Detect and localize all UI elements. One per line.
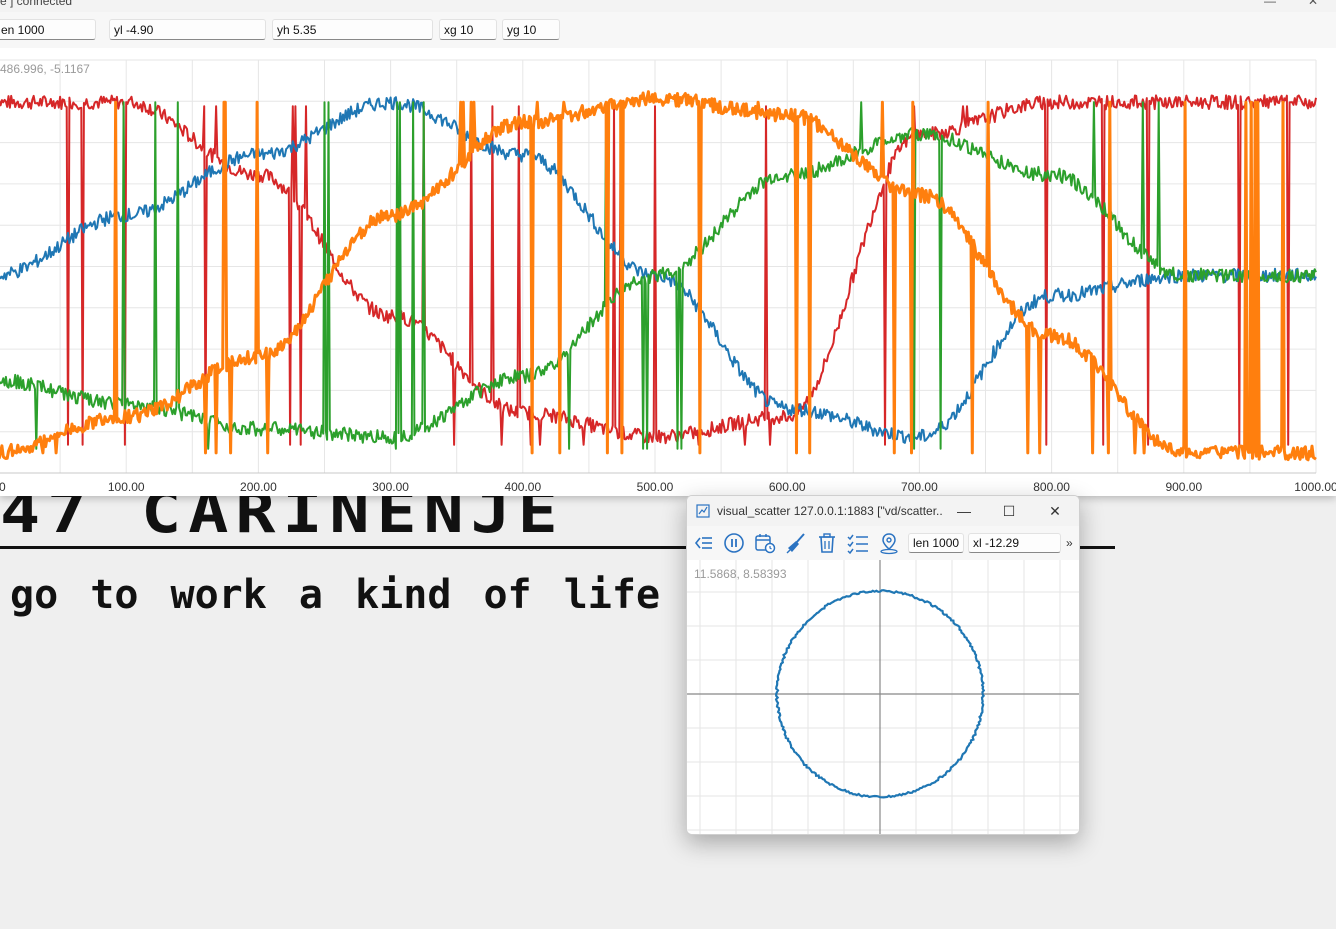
scatter-app-icon <box>696 504 710 518</box>
location-pin-icon[interactable] <box>877 531 901 555</box>
yh-field[interactable]: yh 5.35 <box>272 19 433 40</box>
x-tick-label: 500.00 <box>637 480 674 494</box>
main-toolbar: en 1000 yl -4.90 yh 5.35 xg 10 yg 10 <box>0 12 1336 49</box>
x-tick-label: 900.00 <box>1165 480 1202 494</box>
main-coord-readout: 486.996, -5.1167 <box>0 62 90 76</box>
line-plot-area[interactable]: 0.00 100.00 200.00 300.00 400.00 500.00 600.00… <box>0 48 1336 496</box>
minimize-icon[interactable]: — <box>944 500 984 522</box>
close-icon[interactable]: ✕ <box>1035 500 1075 522</box>
scatter-coord-readout: 11.5868, 8.58393 <box>694 567 787 581</box>
pause-icon[interactable] <box>722 531 746 555</box>
maximize-icon[interactable]: ☐ <box>989 500 1029 522</box>
x-tick-label: 200.00 <box>240 480 277 494</box>
main-window-title: e ] connected <box>0 0 73 8</box>
scatter-window-title: visual_scatter 127.0.0.1:1883 ["vd/scatt… <box>717 504 942 518</box>
scatter-xl-field[interactable]: xl -12.29 <box>968 533 1061 553</box>
line-chart[interactable]: 0.00 100.00 200.00 300.00 400.00 500.00 600.00… <box>0 48 1336 496</box>
scatter-title-bar[interactable]: visual_scatter 127.0.0.1:1883 ["vd/scatt… <box>687 496 1079 526</box>
x-tick-label: 100.00 <box>108 480 145 494</box>
trash-icon[interactable] <box>815 531 839 555</box>
checklist-icon[interactable] <box>846 531 870 555</box>
x-tick-label: 400.00 <box>504 480 541 494</box>
x-tick-label: 700.00 <box>901 480 938 494</box>
scatter-toolbar: len 1000 xl -12.29 » <box>687 526 1079 560</box>
scatter-window: visual_scatter 127.0.0.1:1883 ["vd/scatt… <box>686 495 1080 835</box>
xg-field[interactable]: xg 10 <box>439 19 497 40</box>
scatter-len-field[interactable]: len 1000 <box>908 533 964 553</box>
yl-field[interactable]: yl -4.90 <box>109 19 266 40</box>
collapse-icon[interactable] <box>692 531 716 555</box>
x-tick-label: 800.00 <box>1033 480 1070 494</box>
grid-lines <box>0 59 1317 474</box>
len-field[interactable]: en 1000 <box>0 19 96 40</box>
yg-field[interactable]: yg 10 <box>502 19 560 40</box>
scatter-plot-area[interactable] <box>687 557 1079 834</box>
x-tick-label: 600.00 <box>769 480 806 494</box>
scatter-grid <box>687 557 1079 834</box>
scatter-chart[interactable] <box>687 557 1079 834</box>
x-tick-label: 0.00 <box>0 480 6 494</box>
minimize-icon[interactable]: — <box>1264 0 1276 8</box>
close-icon[interactable]: ✕ <box>1308 0 1318 8</box>
main-title-bar[interactable]: e ] connected — ✕ <box>0 0 1336 12</box>
calendar-clock-icon[interactable] <box>753 531 777 555</box>
x-tick-label: 300.00 <box>372 480 409 494</box>
main-plot-window: e ] connected — ✕ en 1000 yl -4.90 yh 5.… <box>0 0 1336 496</box>
broom-icon[interactable] <box>784 531 808 555</box>
toolbar-overflow-icon[interactable]: » <box>1066 536 1073 550</box>
x-tick-label: 1000.00 <box>1294 480 1336 494</box>
